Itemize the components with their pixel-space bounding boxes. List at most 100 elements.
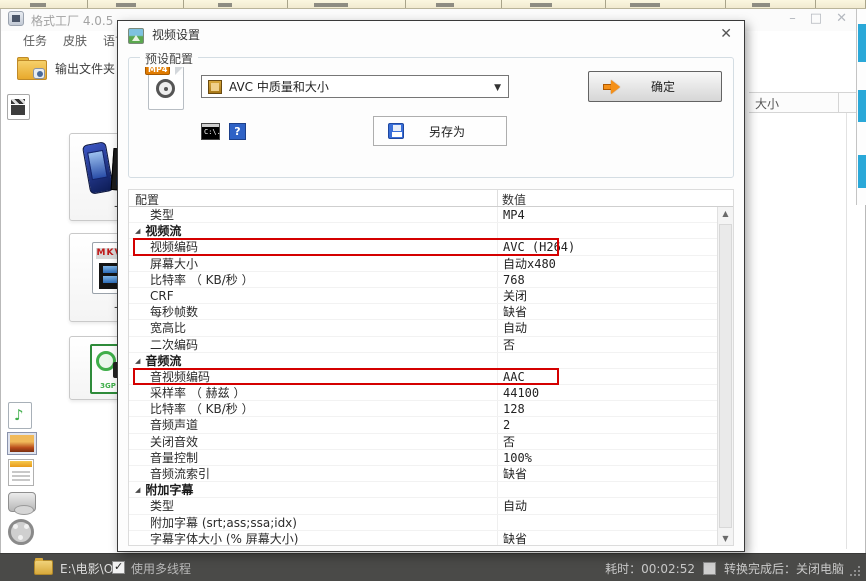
config-row[interactable]: 音量控制100% (129, 450, 717, 466)
picture-category-icon[interactable] (8, 433, 36, 454)
help-icon[interactable]: ? (229, 123, 246, 140)
config-value: 100% (497, 450, 717, 465)
rom-device-category-icon[interactable] (8, 492, 36, 512)
config-group-row[interactable]: ◢视频流 (129, 223, 717, 239)
multithread-checkbox[interactable] (112, 561, 125, 574)
floppy-disk-icon (388, 123, 404, 139)
shutdown-label[interactable]: 转换完成后：关闭电脑 (724, 560, 844, 577)
video-settings-dialog: 视频设置 ✕ 预设配置 MP4 AVC 中质量和大小 ▼ 确定 C:\. ? 另… (117, 20, 745, 552)
chevron-down-icon[interactable]: ▼ (494, 83, 501, 93)
config-value: 44100 (497, 385, 717, 400)
config-label: 类型 (129, 498, 497, 513)
config-row[interactable]: 类型MP4 (129, 207, 717, 223)
config-row[interactable]: 宽高比自动 (129, 320, 717, 336)
shutdown-checkbox[interactable] (703, 562, 716, 575)
config-row[interactable]: 屏幕大小自动x480 (129, 256, 717, 272)
config-value: 关闭 (497, 288, 717, 303)
config-label: ◢视频流 (129, 223, 497, 238)
close-button[interactable]: ✕ (836, 10, 847, 28)
config-value: AVC (H264) (497, 239, 717, 254)
expander-icon[interactable]: ◢ (135, 227, 140, 235)
expander-icon[interactable]: ◢ (135, 357, 140, 365)
config-label: ◢音频流 (129, 353, 497, 368)
config-row[interactable]: 二次编码否 (129, 337, 717, 353)
advanced-category-icon[interactable] (8, 519, 34, 545)
config-table-header: 配置 数值 (129, 190, 733, 207)
config-row[interactable]: 采样率 （ 赫兹 ）44100 (129, 385, 717, 401)
folder-icon (34, 560, 53, 575)
config-row[interactable]: 音视频编码AAC (129, 369, 717, 385)
config-label: 比特率 （ KB/秒 ） (129, 401, 497, 416)
config-row[interactable]: 关闭音效否 (129, 434, 717, 450)
config-label: ◢附加字幕 (129, 482, 497, 497)
config-value: 否 (497, 337, 717, 352)
config-rows: 类型MP4◢视频流视频编码AVC (H264)屏幕大小自动x480比特率 （ K… (129, 207, 717, 545)
config-label: 二次编码 (129, 337, 497, 352)
config-value (497, 482, 717, 497)
column-header-value[interactable]: 数值 (502, 191, 526, 208)
config-value: 自动 (497, 498, 717, 513)
config-row[interactable]: 音频流索引缺省 (129, 466, 717, 482)
multithread-label[interactable]: 使用多线程 (131, 560, 191, 577)
config-label: 附加字幕 (srt;ass;ssa;idx) (129, 515, 497, 530)
scroll-down-icon[interactable]: ▼ (718, 534, 733, 543)
save-as-button[interactable]: 另存为 (373, 116, 507, 146)
config-row[interactable]: 比特率 （ KB/秒 ）128 (129, 401, 717, 417)
config-row[interactable]: 每秒帧数缺省 (129, 304, 717, 320)
config-label: 比特率 （ KB/秒 ） (129, 272, 497, 287)
config-label: 音量控制 (129, 450, 497, 465)
config-row[interactable]: 音频声道2 (129, 417, 717, 433)
column-header-empty[interactable] (839, 92, 857, 113)
config-label: 关闭音效 (129, 434, 497, 449)
preset-dropdown[interactable]: AVC 中质量和大小 ▼ (201, 75, 509, 98)
video-settings-icon (128, 28, 144, 44)
config-row[interactable]: CRF关闭 (129, 288, 717, 304)
config-value: MP4 (497, 207, 717, 222)
ok-button[interactable]: 确定 (588, 71, 722, 102)
menu-skin[interactable]: 皮肤 (63, 31, 87, 51)
arrow-right-icon (603, 80, 621, 94)
expander-icon[interactable]: ◢ (135, 486, 140, 494)
config-row[interactable]: 视频编码AVC (H264) (129, 239, 717, 255)
minimize-button[interactable]: – (789, 10, 796, 28)
config-table: 配置 数值 类型MP4◢视频流视频编码AVC (H264)屏幕大小自动x480比… (128, 189, 734, 546)
audio-category-icon[interactable]: ♪ (8, 402, 32, 429)
scroll-up-icon[interactable]: ▲ (718, 209, 733, 218)
video-category-icon[interactable] (7, 94, 30, 120)
window-title: 格式工厂 4.0.5 (31, 12, 113, 29)
config-value: 否 (497, 434, 717, 449)
app-icon (8, 11, 24, 26)
config-label: 音视频编码 (129, 369, 497, 384)
output-folder-label: 输出文件夹 (55, 60, 115, 77)
config-row[interactable]: 字幕字体大小 (% 屏幕大小)缺省 (129, 531, 717, 545)
column-header-size[interactable]: 大小 (749, 92, 839, 113)
scrollbar-thumb[interactable] (719, 224, 732, 528)
resize-grip[interactable] (850, 566, 860, 576)
command-line-icon[interactable]: C:\. (201, 123, 220, 140)
config-row[interactable]: 附加字幕 (srt;ass;ssa;idx) (129, 515, 717, 531)
config-group-row[interactable]: ◢音频流 (129, 353, 717, 369)
dialog-title: 视频设置 (152, 26, 200, 43)
maximize-button[interactable]: □ (810, 10, 822, 28)
config-label: CRF (129, 288, 497, 303)
menu-task[interactable]: 任务 (23, 31, 47, 51)
output-folder-icon (17, 57, 47, 80)
config-row[interactable]: 类型自动 (129, 498, 717, 514)
document-category-icon[interactable] (8, 459, 34, 486)
config-value: 缺省 (497, 304, 717, 319)
statusbar: E:\电影\OK 使用多线程 耗时：00:02:52 转换完成后：关闭电脑 (0, 553, 866, 581)
dialog-close-icon[interactable]: ✕ (720, 26, 732, 42)
output-folder-button[interactable]: 输出文件夹 (17, 57, 115, 80)
config-label: 宽高比 (129, 320, 497, 335)
menubar: 任务 皮肤 语言 (1, 31, 127, 51)
background-window-strip (0, 0, 866, 9)
column-header-config[interactable]: 配置 (135, 191, 159, 208)
config-value: 128 (497, 401, 717, 416)
file-list-divider (846, 113, 847, 549)
config-value: 自动x480 (497, 256, 717, 271)
config-group-row[interactable]: ◢附加字幕 (129, 482, 717, 498)
config-row[interactable]: 比特率 （ KB/秒 ）768 (129, 272, 717, 288)
config-label: 视频编码 (129, 239, 497, 254)
config-label: 屏幕大小 (129, 256, 497, 271)
table-scrollbar[interactable]: ▲ ▼ (717, 207, 733, 545)
